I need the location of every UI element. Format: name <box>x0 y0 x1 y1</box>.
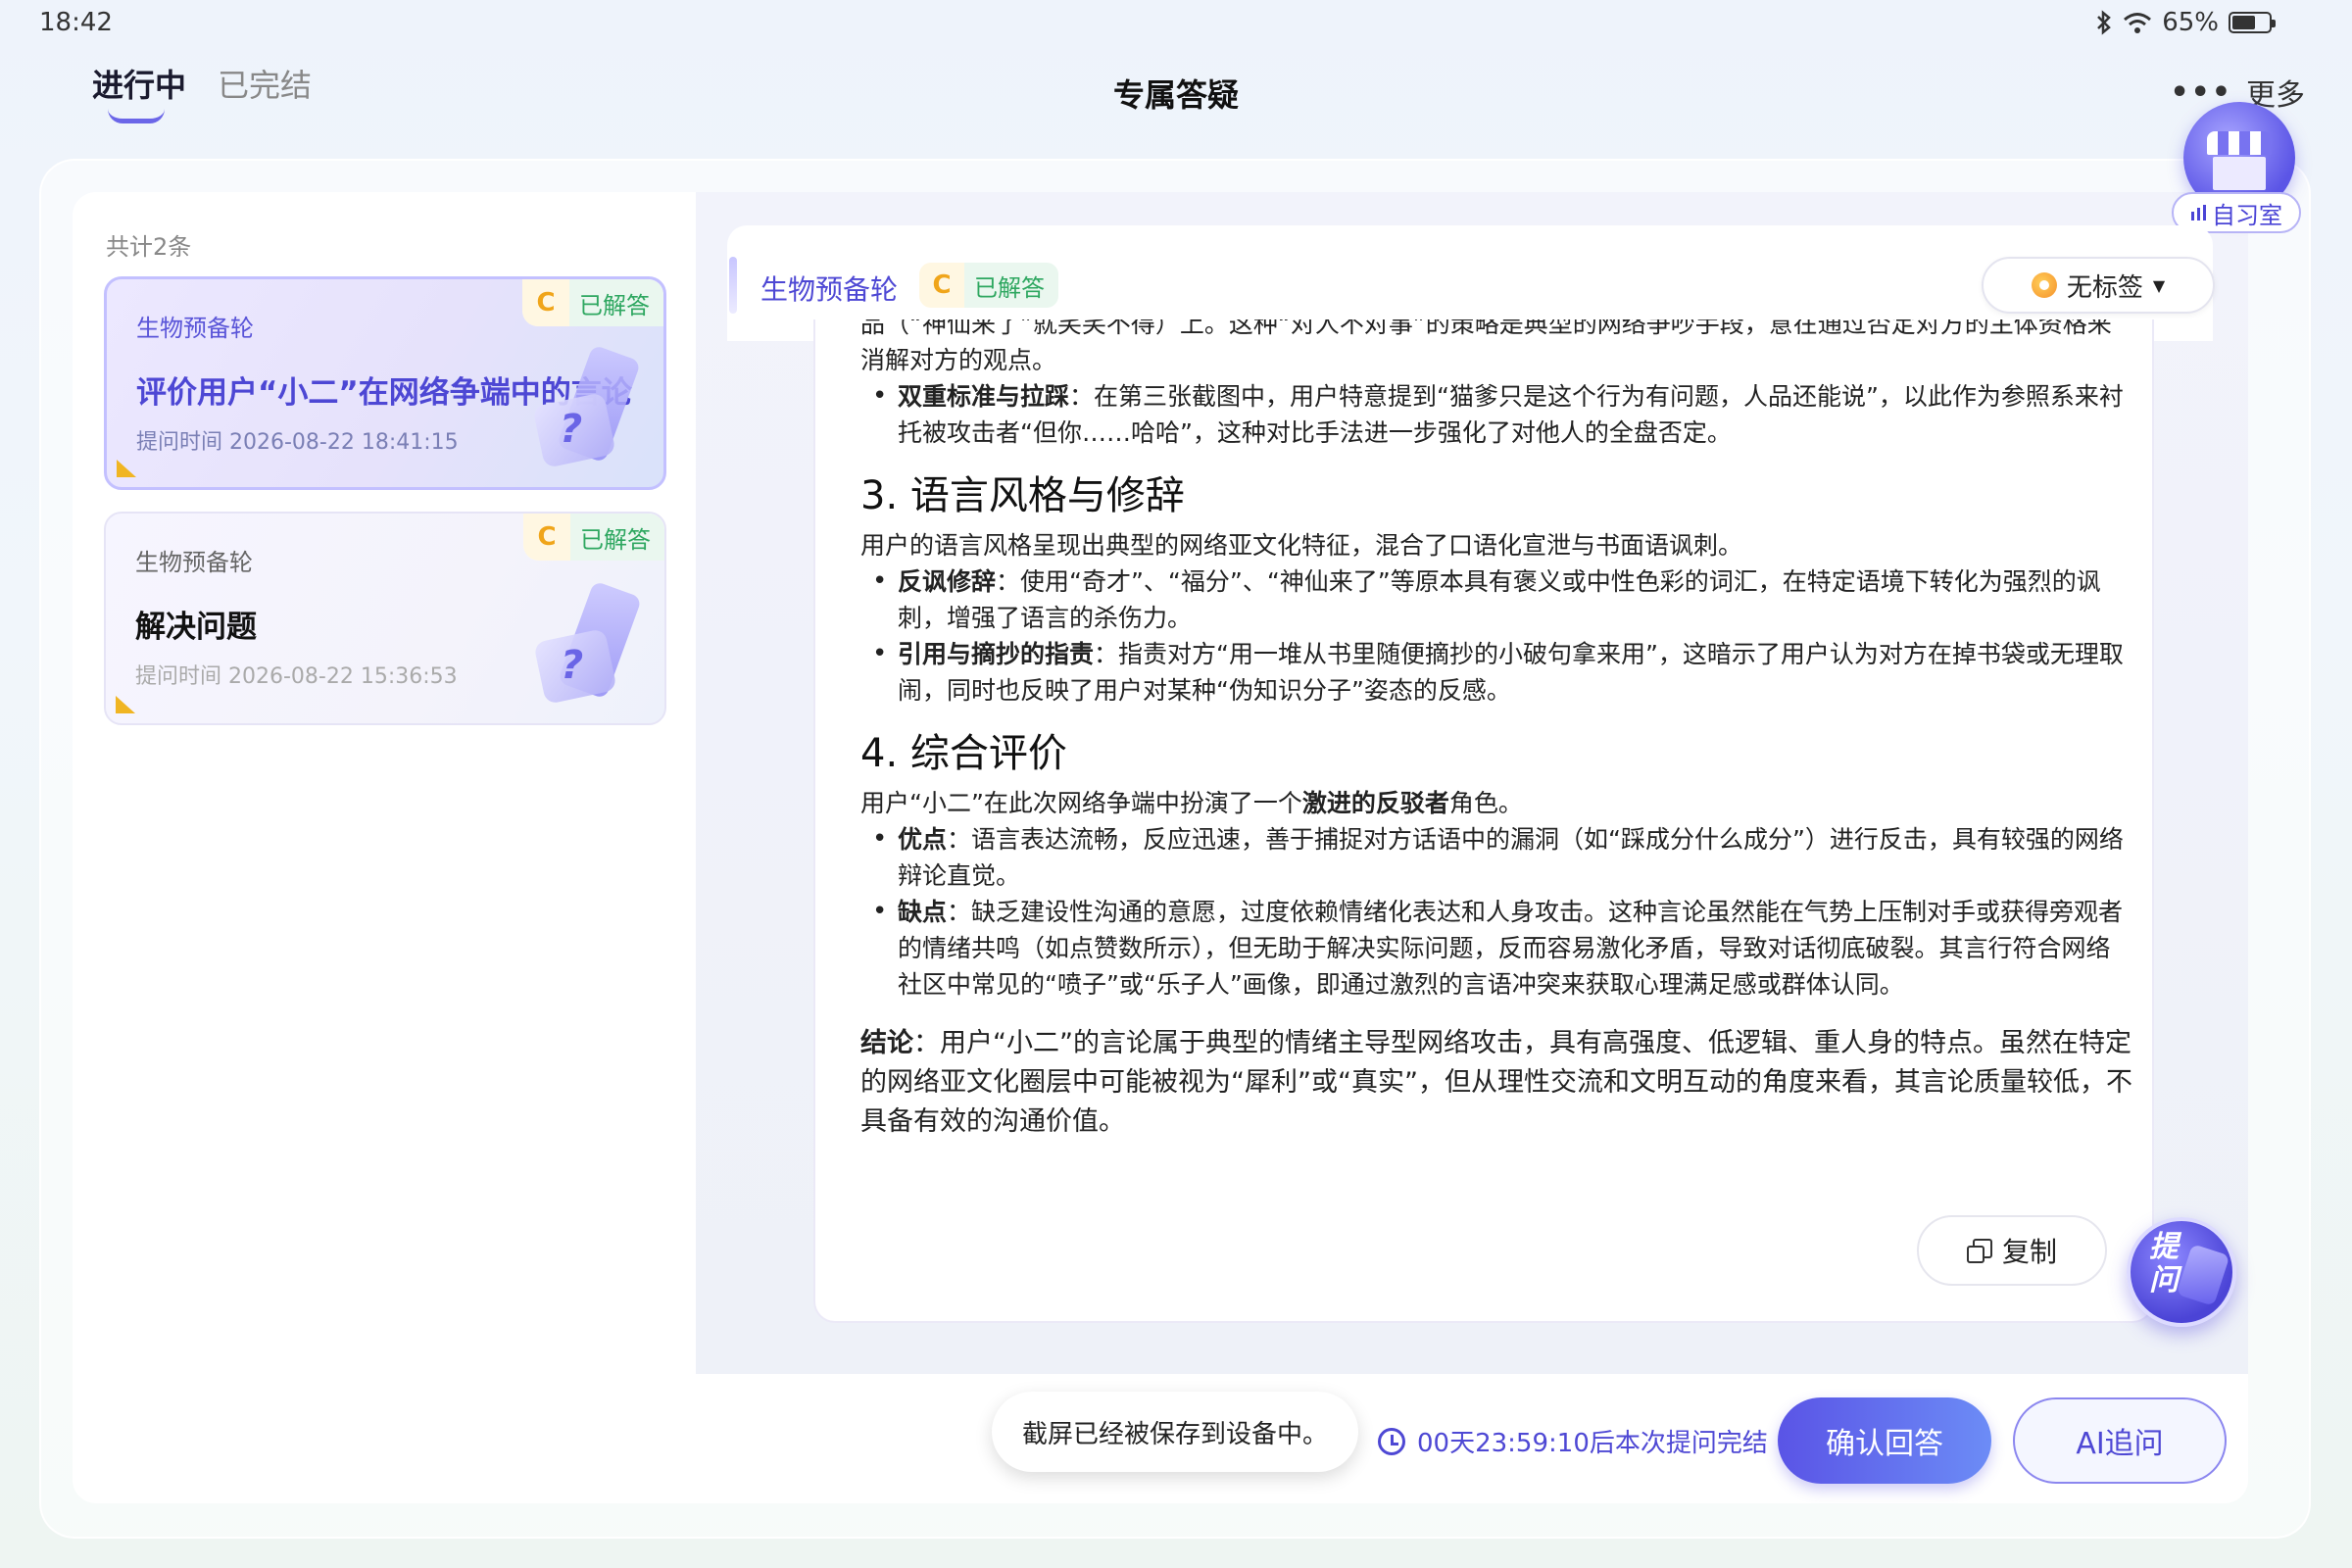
question-title: 解决问题 <box>135 610 257 645</box>
list-item: 缺点：缺乏建设性沟通的意愿，过度依赖情绪化表达和人身攻击。这种言论虽然能在气势上… <box>860 894 2134 1003</box>
level-badge: C <box>522 279 569 326</box>
question-subject: 生物预备轮 <box>136 315 254 342</box>
conclusion-paragraph: 结论：用户“小二”的言论属于典型的情绪主导型网络攻击，具有高强度、低逻辑、重人身… <box>860 1028 2132 1137</box>
answer-content-area[interactable]: 品（“神仙来了”就笑笑不得）上。这种“对人不对事”的策略是典型的网络争吵手段，意… <box>813 319 2154 1323</box>
list-item: 引用与摘抄的指责：指责对方“用一堆从书里随便摘抄的小破句拿来用”，这暗示了用户认… <box>860 636 2134 709</box>
status-badge: C 已解答 <box>523 514 664 561</box>
battery-icon <box>2229 12 2276 33</box>
bullet-list: 优点：语言表达流畅，反应迅速，善于捕捉对方话语中的漏洞（如“踩成分什么成分”）进… <box>860 821 2134 1003</box>
battery-fill <box>2232 16 2256 29</box>
bar-chart-icon <box>2191 205 2206 220</box>
question-subject: 生物预备轮 <box>135 549 253 576</box>
caret-down-icon: ▼ <box>2152 275 2166 295</box>
screenshot-toast: 截屏已经被保存到设备中。 <box>992 1392 1358 1472</box>
countdown-timer: 00天23:59:10后本次提问完结 <box>1378 1423 1768 1459</box>
status-badge-text: 已解答 <box>569 279 663 326</box>
tag-icon <box>2031 272 2057 298</box>
wifi-icon <box>2124 13 2152 33</box>
status-badge-text: 已解答 <box>964 263 1058 308</box>
copy-icon <box>1966 1239 1992 1263</box>
corner-flag-icon <box>116 696 135 713</box>
section-heading: 4. 综合评价 <box>860 731 1067 776</box>
level-badge: C <box>919 263 964 308</box>
status-badge: C 已解答 <box>522 279 663 326</box>
answer-subject: 生物预备轮 <box>760 273 899 306</box>
paragraph: 品（“神仙来了”就笑笑不得）上。这种“对人不对事”的策略是典型的网络争吵手段，意… <box>860 319 2112 374</box>
status-time: 18:42 <box>39 8 113 37</box>
answer-accent-bar <box>729 257 737 314</box>
paragraph: 用户“小二”在此次网络争端中扮演了一个激进的反驳者角色。 <box>860 789 1523 817</box>
question-card[interactable]: C 已解答 生物预备轮 评价用户“小二”在网络争端中的言论 提问时间 2026-… <box>104 276 666 490</box>
countdown-text: 00天23:59:10后本次提问完结 <box>1417 1429 1768 1458</box>
question-time: 提问时间 2026-08-22 18:41:15 <box>136 430 459 455</box>
bluetooth-icon <box>2097 10 2112 35</box>
list-item: 双重标准与拉踩：在第三张截图中，用户特意提到“猫爹只是这个行为有问题，人品还能说… <box>860 378 2134 451</box>
corner-flag-icon <box>117 460 136 477</box>
question-mark-icon: ? <box>529 580 647 713</box>
section-heading: 3. 语言风格与修辞 <box>860 473 1185 518</box>
bullet-list: 双重标准与拉踩：在第三张截图中，用户特意提到“猫爹只是这个行为有问题，人品还能说… <box>860 378 2134 451</box>
ask-label: 提问 <box>2149 1230 2179 1298</box>
confirm-answer-button[interactable]: 确认回答 <box>1778 1397 1991 1484</box>
answer-text: 品（“神仙来了”就笑笑不得）上。这种“对人不对事”的策略是典型的网络争吵手段，意… <box>860 319 2134 1142</box>
ask-question-button[interactable]: 提问 <box>2119 1209 2246 1337</box>
copy-label: 复制 <box>2001 1236 2057 1268</box>
question-time: 提问时间 2026-08-22 15:36:53 <box>135 664 458 689</box>
answer-status-badge: C 已解答 <box>919 263 1058 308</box>
page-title: 专属答疑 <box>1112 76 1239 114</box>
level-badge: C <box>523 514 570 561</box>
status-bar: 18:42 65% <box>0 0 2352 47</box>
status-icons: 65% <box>2095 8 2276 37</box>
ai-follow-up-button[interactable]: AI追问 <box>2013 1397 2227 1484</box>
question-card[interactable]: C 已解答 生物预备轮 解决问题 提问时间 2026-08-22 15:36:5… <box>104 512 666 725</box>
study-room-button[interactable]: 自习室 <box>2170 98 2307 235</box>
tag-dropdown[interactable]: 无标签 ▼ <box>1982 257 2215 314</box>
bullet-list: 反讽修辞：使用“奇才”、“福分”、“神仙来了”等原本具有褒义或中性色彩的词汇，在… <box>860 564 2134 709</box>
clock-icon <box>1378 1427 1405 1455</box>
tag-label: 无标签 <box>2066 272 2143 303</box>
status-badge-text: 已解答 <box>570 514 664 561</box>
list-item: 优点：语言表达流畅，反应迅速，善于捕捉对方话语中的漏洞（如“踩成分什么成分”）进… <box>860 821 2134 894</box>
copy-button[interactable]: 复制 <box>1917 1215 2107 1286</box>
list-item: 反讽修辞：使用“奇才”、“福分”、“神仙来了”等原本具有褒义或中性色彩的词汇，在… <box>860 564 2134 636</box>
paragraph: 用户的语言风格呈现出典型的网络亚文化特征，混合了口语化宣泄与书面语讽刺。 <box>860 531 1743 560</box>
question-count: 共计2条 <box>106 233 192 261</box>
question-mark-icon: ? <box>528 344 646 477</box>
battery-percent: 65% <box>2162 8 2219 37</box>
